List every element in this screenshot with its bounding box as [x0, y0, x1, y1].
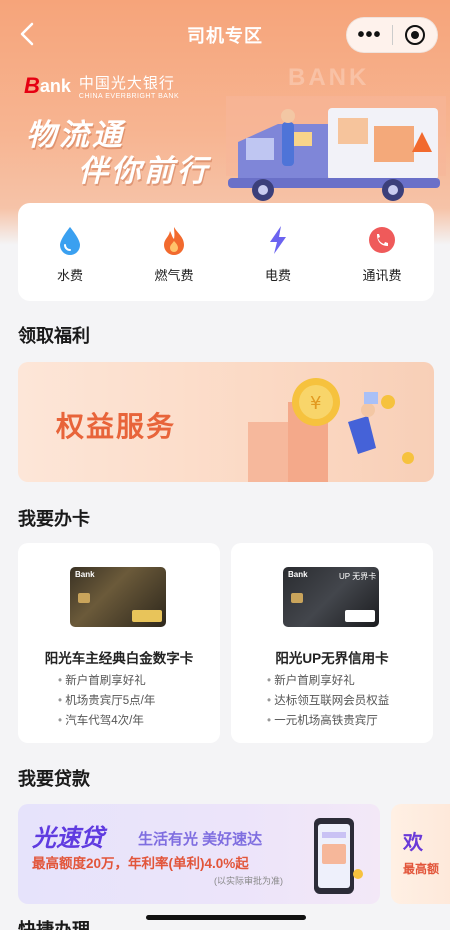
close-program-button[interactable]: [393, 25, 437, 45]
card-tag: [345, 610, 375, 622]
flame-icon: [164, 227, 184, 255]
chip-icon: [78, 593, 90, 603]
card-features: 新户首刷享好礼 达标领互联网会员权益 一元机场高铁贵宾厅: [267, 671, 389, 731]
service-water[interactable]: 水费: [18, 203, 122, 301]
bank-logo-ank: ank: [39, 75, 71, 96]
card-feature: 达标领互联网会员权益: [267, 691, 389, 711]
benefit-banner-text: 权益服务: [56, 411, 177, 442]
bank-name-cn: 中国光大银行: [78, 75, 175, 92]
bank-logo-b: B: [24, 73, 40, 98]
benefit-banner[interactable]: 权益服务 ¥: [18, 362, 434, 482]
card-product-up[interactable]: Bank UP 无界卡 阳光UP无界信用卡 新户首刷享好礼 达标领互联网会员权益…: [231, 543, 433, 743]
card-name: 阳光UP无界信用卡: [275, 651, 389, 666]
phone-icon: [369, 227, 395, 253]
card-brand-text: Bank: [75, 570, 95, 579]
coin-illustration: ¥: [248, 378, 414, 482]
card-features: 新户首刷享好礼 机场贵宾厅5点/年 汽车代驾4次/年: [58, 671, 155, 731]
loan-slogan: 生活有光 美好速达: [138, 831, 263, 848]
card-product-platinum[interactable]: Bank 阳光车主经典白金数字卡 新户首刷享好礼 机场贵宾厅5点/年 汽车代驾4…: [18, 543, 220, 743]
service-gas[interactable]: 燃气费: [122, 203, 226, 301]
card-feature: 汽车代驾4次/年: [58, 711, 155, 731]
loan-rate: 最高额度20万，年利率(单利)4.0%起: [32, 856, 249, 871]
card-tag: [132, 610, 162, 622]
service-label: 燃气费: [154, 268, 194, 283]
card-feature: 新户首刷享好礼: [267, 671, 389, 691]
credit-card-image: Bank: [70, 567, 166, 627]
service-label: 水费: [56, 268, 83, 283]
delivery-truck-illustration: [226, 96, 446, 201]
card-feature: 新户首刷享好礼: [58, 671, 155, 691]
more-menu-button[interactable]: •••: [347, 24, 392, 47]
bank-logo: Bank 中国光大银行 CHINA EVERBRIGHT BANK: [24, 72, 179, 100]
section-title-loan: 我要贷款: [18, 769, 90, 789]
phone-illustration: [314, 818, 363, 894]
lightning-icon: [270, 226, 286, 254]
bank-name-en: CHINA EVERBRIGHT BANK: [78, 93, 180, 100]
card-feature: 一元机场高铁贵宾厅: [267, 711, 389, 731]
service-telecom[interactable]: 通讯费: [330, 203, 434, 301]
water-drop-icon: [60, 227, 80, 255]
svg-text:¥: ¥: [310, 393, 321, 414]
hero-slogan-line2: 伴你前行: [78, 155, 210, 188]
card-up-text: UP 无界卡: [339, 572, 377, 581]
card-name: 阳光车主经典白金数字卡: [44, 651, 194, 666]
section-title-benefits: 领取福利: [18, 326, 90, 346]
service-electricity[interactable]: 电费: [226, 203, 330, 301]
loan-note: (以实际审批为准): [214, 876, 283, 886]
loan2-subtitle: 最高额: [403, 862, 440, 876]
loan-banner[interactable]: 光速贷 生活有光 美好速达 最高额度20万，年利率(单利)4.0%起 (以实际审…: [18, 804, 380, 904]
loan2-title: 欢: [403, 832, 423, 854]
home-indicator[interactable]: [146, 915, 306, 920]
loan-banner-secondary[interactable]: 欢 最高额: [391, 804, 450, 904]
bill-services: 水费 燃气费 电费 通讯费: [18, 203, 434, 301]
section-title-next: 快捷办理: [18, 920, 90, 930]
card-brand-text: Bank: [288, 570, 308, 579]
loan-brand: 光速贷: [32, 825, 104, 852]
card-feature: 机场贵宾厅5点/年: [58, 691, 155, 711]
service-label: 通讯费: [362, 268, 402, 283]
navbar: 司机专区 •••: [0, 0, 450, 68]
chip-icon: [291, 593, 303, 603]
section-title-apply-card: 我要办卡: [18, 509, 90, 529]
target-icon: [404, 25, 425, 45]
mini-program-capsule: •••: [346, 17, 438, 53]
service-label: 电费: [264, 268, 291, 283]
credit-card-image: Bank UP 无界卡: [283, 567, 379, 627]
